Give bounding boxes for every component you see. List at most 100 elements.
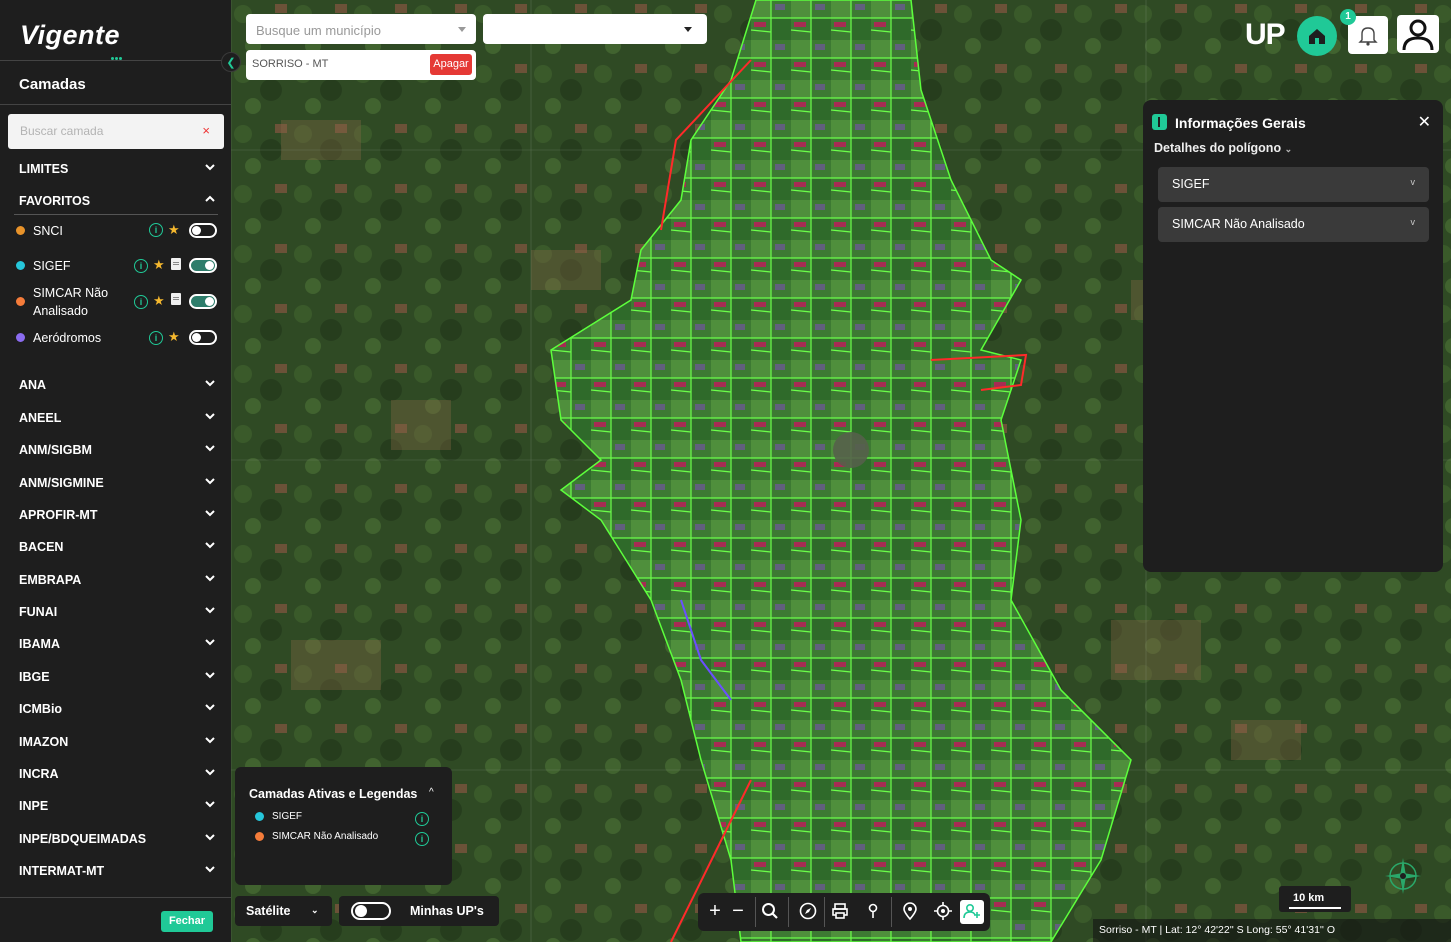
category-bacen[interactable]: BACEN (19, 540, 219, 560)
info-icon[interactable]: i (149, 223, 163, 237)
close-sidebar-button[interactable]: Fechar (161, 911, 213, 932)
chevron-down-icon (205, 605, 215, 615)
clear-search-icon[interactable]: × (202, 123, 210, 138)
legend-label: SIMCAR Não Analisado (272, 831, 379, 842)
layer-toggle[interactable] (189, 294, 217, 309)
category-incra[interactable]: INCRA (19, 767, 219, 787)
chevron-down-icon (205, 411, 215, 421)
chevron-up-icon (205, 194, 215, 204)
home-button[interactable] (1297, 16, 1337, 56)
document-icon[interactable] (171, 293, 181, 305)
accordion-sigef[interactable]: SIGEF v (1158, 167, 1429, 202)
close-icon[interactable]: ✕ (1418, 112, 1431, 132)
dropdown-arrow-icon (458, 27, 466, 32)
category-inpe-bdqueimadas[interactable]: INPE/BDQUEIMADAS (19, 832, 219, 852)
category-ibama[interactable]: IBAMA (19, 637, 219, 657)
category-label: INTERMAT-MT (19, 864, 105, 878)
accordion-label: SIMCAR Não Analisado (1172, 217, 1305, 231)
layer-color-dot (16, 226, 25, 235)
my-ups-toggle[interactable] (351, 902, 391, 920)
layer-search-input[interactable]: Buscar camada × (8, 114, 224, 149)
layer-toggle[interactable] (189, 223, 217, 238)
search-icon[interactable] (758, 900, 782, 924)
layer-toggle[interactable] (189, 258, 217, 273)
layer-label: SIGEF (33, 259, 71, 273)
my-location-icon[interactable] (931, 900, 955, 924)
delete-municipio-button[interactable]: Apagar (430, 54, 472, 75)
info-icon[interactable]: i (134, 295, 148, 309)
star-icon[interactable]: ★ (153, 257, 165, 273)
star-icon[interactable]: ★ (168, 222, 180, 238)
info-icon[interactable]: i (134, 259, 148, 273)
chevron-down-icon (205, 735, 215, 745)
coordinates-readout: Sorriso - MT | Lat: 12° 42'22'' S Long: … (1093, 919, 1451, 942)
document-icon[interactable] (171, 258, 181, 270)
category-label: FUNAI (19, 605, 58, 619)
home-icon (1309, 29, 1325, 44)
category-aneel[interactable]: ANEEL (19, 411, 219, 431)
print-icon[interactable] (828, 900, 852, 924)
info-icon[interactable]: i (415, 812, 429, 826)
category-label: ANEEL (19, 411, 62, 425)
info-icon[interactable]: i (149, 331, 163, 345)
layer-toggle[interactable] (189, 330, 217, 345)
category-ibge[interactable]: IBGE (19, 670, 219, 690)
category-favoritos[interactable]: FAVORITOS (19, 194, 219, 214)
favorite-layer-sigef: SIGEF i ★ (14, 257, 219, 275)
polygon-details-toggle[interactable]: Detalhes do polígono ⌄ (1154, 141, 1292, 155)
add-user-icon[interactable] (960, 900, 984, 924)
category-label: IMAZON (19, 735, 69, 749)
category-intermat-mt[interactable]: INTERMAT-MT (19, 864, 219, 884)
category-label: INPE/BDQUEIMADAS (19, 832, 147, 846)
category-aprofir-mt[interactable]: APROFIR-MT (19, 508, 219, 528)
collapse-sidebar-button[interactable]: ❮ (221, 52, 241, 72)
app-logo[interactable]: Vigente (20, 20, 120, 51)
category-embrapa[interactable]: EMBRAPA (19, 573, 219, 593)
category-ana[interactable]: ANA (19, 378, 219, 398)
favorite-layer-snci: SNCI i ★ (14, 222, 219, 240)
category-label: APROFIR-MT (19, 508, 98, 522)
chevron-up-icon[interactable]: ^ (429, 787, 434, 798)
category-anm-sigbm[interactable]: ANM/SIGBM (19, 443, 219, 463)
category-label: ANM/SIGBM (19, 443, 92, 457)
bell-icon (1358, 27, 1378, 46)
secondary-select[interactable] (483, 14, 707, 44)
category-label: INCRA (19, 767, 59, 781)
map-scale-bar: 10 km (1279, 886, 1351, 912)
category-label: FAVORITOS (19, 194, 91, 208)
municipio-search-select[interactable]: Busque um município (246, 14, 476, 44)
category-icmbio[interactable]: ICMBio (19, 702, 219, 722)
star-icon[interactable]: ★ (168, 329, 180, 345)
zoom-in-icon[interactable]: + (703, 900, 727, 924)
pin-icon[interactable] (861, 900, 885, 924)
location-marker-icon[interactable] (898, 900, 922, 924)
selected-municipio-chip: SORRISO - MT Apagar (246, 50, 476, 80)
compass-icon[interactable] (796, 900, 820, 924)
municipio-placeholder: Busque um município (256, 23, 382, 38)
category-inpe[interactable]: INPE (19, 799, 219, 819)
accordion-simcar[interactable]: SIMCAR Não Analisado v (1158, 207, 1429, 242)
chevron-down-icon (205, 378, 215, 388)
general-info-panel: Informações Gerais ✕ Detalhes do polígon… (1143, 100, 1443, 572)
category-label: IBGE (19, 670, 50, 684)
scale-label: 10 km (1293, 892, 1325, 904)
layer-label: SIMCAR Não Analisado (33, 286, 109, 318)
user-profile-button[interactable] (1396, 14, 1440, 54)
selected-municipio: SORRISO - MT (252, 58, 329, 70)
star-icon[interactable]: ★ (153, 293, 165, 309)
layer-label: SNCI (33, 224, 63, 238)
active-layers-legend: Camadas Ativas e Legendas ^ SIGEF i SIMC… (235, 767, 452, 885)
category-funai[interactable]: FUNAI (19, 605, 219, 625)
my-ups-label: Minhas UP's (410, 904, 484, 918)
chevron-down-icon (205, 637, 215, 647)
accordion-label: SIGEF (1172, 177, 1210, 191)
category-limites[interactable]: LIMITES (19, 162, 219, 182)
panel-icon (1152, 114, 1167, 130)
basemap-select[interactable]: Satélite ⌄ (235, 896, 332, 926)
zoom-out-icon[interactable]: − (726, 900, 750, 924)
info-icon[interactable]: i (415, 832, 429, 846)
category-imazon[interactable]: IMAZON (19, 735, 219, 755)
category-anm-sigmine[interactable]: ANM/SIGMINE (19, 476, 219, 496)
legend-color-dot (255, 812, 264, 821)
chevron-down-icon (205, 702, 215, 712)
